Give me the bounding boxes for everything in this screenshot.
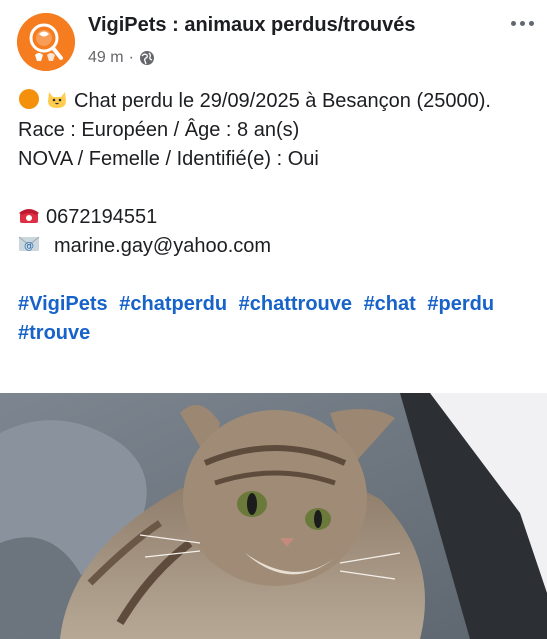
cat-face-icon	[46, 88, 68, 110]
globe-icon	[139, 50, 155, 66]
svg-text:@: @	[24, 241, 34, 252]
hashtag-perdu[interactable]: #perdu	[427, 293, 494, 315]
meta-separator: ·	[128, 49, 134, 66]
page-avatar[interactable]	[17, 13, 75, 71]
post-text: Chat perdu le 29/09/2025 à Besançon (250…	[18, 87, 533, 348]
hashtag-chat[interactable]: #chat	[364, 293, 416, 315]
post-line-3: NOVA / Femelle / Identifié(e) : Oui	[18, 148, 319, 170]
orange-circle-icon	[18, 88, 40, 110]
post-time[interactable]: 49 m	[88, 49, 124, 67]
facebook-post: VigiPets : animaux perdus/trouvés 49 m ·	[0, 0, 547, 639]
post-photo[interactable]	[0, 393, 547, 639]
phone-number[interactable]: 0672194551	[46, 206, 157, 228]
post-line-2: Race : Européen / Âge : 8 an(s)	[18, 119, 300, 141]
hashtag-vigipets[interactable]: #VigiPets	[18, 293, 108, 315]
hashtag-list: #VigiPets #chatperdu #chattrouve #chat #…	[18, 290, 533, 348]
post-line-lost-cat: Chat perdu le 29/09/2025 à Besançon (250…	[18, 87, 533, 116]
email-address[interactable]: marine.gay@yahoo.com	[54, 235, 271, 257]
email-icon: @	[18, 233, 40, 255]
phone-line: 0672194551	[18, 203, 533, 232]
hashtag-trouve[interactable]: #trouve	[18, 322, 90, 344]
post-line-1: Chat perdu le 29/09/2025 à Besançon (250…	[74, 90, 491, 112]
post-meta: 49 m ·	[88, 47, 155, 69]
hashtag-chatperdu[interactable]: #chatperdu	[119, 293, 227, 315]
cat-photo	[0, 393, 547, 639]
telephone-icon	[18, 204, 40, 226]
post-header: VigiPets : animaux perdus/trouvés 49 m ·	[0, 0, 547, 80]
vigipets-logo-icon	[17, 13, 75, 71]
more-options-icon[interactable]	[507, 10, 537, 36]
email-line: @ marine.gay@yahoo.com	[18, 232, 533, 261]
page-name[interactable]: VigiPets : animaux perdus/trouvés	[88, 14, 416, 37]
hashtag-chattrouve[interactable]: #chattrouve	[239, 293, 352, 315]
